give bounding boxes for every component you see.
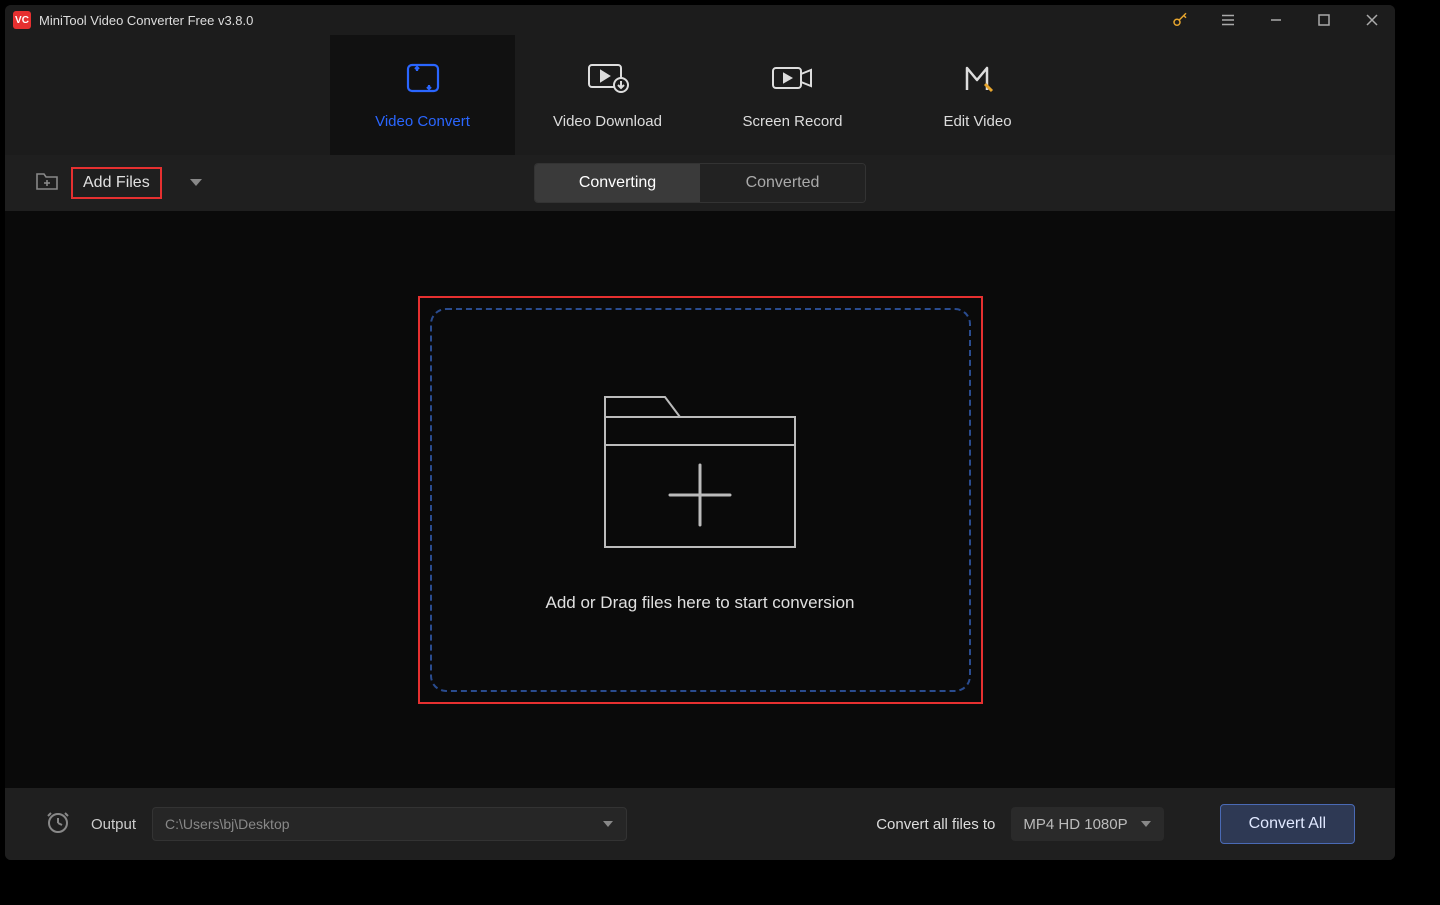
toolbar: Add Files Converting Converted — [5, 155, 1395, 211]
subtab-converted[interactable]: Converted — [700, 164, 865, 202]
app-window: VC MiniTool Video Converter Free v3.8.0 — [5, 5, 1395, 860]
dropzone-hint: Add or Drag files here to start conversi… — [546, 593, 855, 613]
app-logo-icon: VC — [13, 11, 31, 29]
window-title: MiniTool Video Converter Free v3.8.0 — [39, 13, 253, 28]
folder-add-large-icon — [595, 387, 805, 557]
footer-bar: Output C:\Users\bj\Desktop Convert all f… — [5, 788, 1395, 860]
chevron-down-icon — [1140, 820, 1152, 828]
tab-video-convert[interactable]: Video Convert — [330, 35, 515, 155]
tab-screen-record[interactable]: Screen Record — [700, 35, 885, 155]
subtab-converting[interactable]: Converting — [535, 164, 700, 202]
tab-video-download[interactable]: Video Download — [515, 35, 700, 155]
tab-edit-video-label: Edit Video — [943, 113, 1011, 130]
hamburger-menu-icon[interactable] — [1213, 5, 1243, 35]
output-path-value: C:\Users\bj\Desktop — [165, 816, 289, 832]
maximize-button[interactable] — [1309, 5, 1339, 35]
window-controls — [1165, 5, 1387, 35]
convert-icon — [404, 61, 442, 95]
add-files-dropdown[interactable] — [188, 174, 204, 192]
output-format-value: MP4 HD 1080P — [1023, 816, 1127, 833]
main-area: Add or Drag files here to start conversi… — [5, 211, 1395, 788]
clock-icon[interactable] — [45, 809, 71, 840]
tab-video-convert-label: Video Convert — [375, 113, 470, 130]
close-button[interactable] — [1357, 5, 1387, 35]
output-path-select[interactable]: C:\Users\bj\Desktop — [152, 807, 627, 841]
output-label: Output — [91, 816, 136, 833]
titlebar: VC MiniTool Video Converter Free v3.8.0 — [5, 5, 1395, 35]
tab-screen-record-label: Screen Record — [742, 113, 842, 130]
status-tabs: Converting Converted — [534, 163, 866, 203]
convert-all-button[interactable]: Convert All — [1220, 804, 1355, 844]
dropzone-highlight: Add or Drag files here to start conversi… — [418, 296, 983, 704]
record-icon — [771, 61, 815, 95]
key-icon[interactable] — [1165, 5, 1195, 35]
folder-plus-icon[interactable] — [35, 171, 59, 196]
output-format-select[interactable]: MP4 HD 1080P — [1011, 807, 1163, 841]
minimize-button[interactable] — [1261, 5, 1291, 35]
edit-icon — [961, 61, 995, 95]
tab-edit-video[interactable]: Edit Video — [885, 35, 1070, 155]
convert-all-label: Convert all files to — [876, 816, 995, 833]
tab-video-download-label: Video Download — [553, 113, 662, 130]
chevron-down-icon — [602, 820, 614, 828]
main-nav: Video Convert Video Download Screen Reco… — [5, 35, 1395, 155]
download-icon — [587, 61, 629, 95]
dropzone[interactable]: Add or Drag files here to start conversi… — [430, 308, 971, 692]
add-files-button[interactable]: Add Files — [71, 167, 162, 199]
